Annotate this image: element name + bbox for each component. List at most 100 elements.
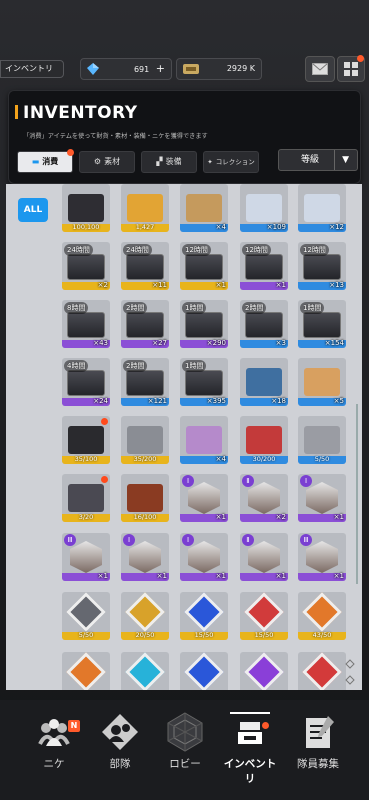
duration-label: 2時間 (123, 302, 148, 314)
inventory-item-gift-box[interactable]: ×4 (180, 416, 228, 464)
inventory-item-notebook[interactable]: 3/20 (62, 474, 110, 522)
inventory-item-silver-box[interactable]: ×12 (298, 184, 346, 232)
inventory-item-gold-box[interactable]: 1,427 (121, 184, 169, 232)
item-count: 3/20 (78, 513, 94, 521)
inventory-item-crate[interactable]: 2時間 ×121 (121, 358, 169, 406)
inventory-item-toy-box[interactable]: ×5 (298, 358, 346, 406)
grade-tag: Ⅱ (242, 534, 254, 546)
inventory-item-chip-gray[interactable]: 5/50 (62, 592, 110, 640)
scrollbar[interactable] (356, 404, 358, 584)
inventory-item-cardboard-box[interactable]: ×4 (180, 184, 228, 232)
inventory-screen: インベントリ 691 + 2929 K INVENTORY 「消費」アイテムを使… (0, 0, 369, 800)
nav-label: インベントリ (223, 758, 277, 785)
inventory-item-nikke-portrait[interactable]: Ⅲ ×1 (298, 533, 346, 581)
chip-red-icon (244, 592, 284, 632)
inventory-item-steel-cube[interactable]: 35/200 (121, 416, 169, 464)
inventory-item-chip-purple[interactable] (240, 652, 288, 690)
tab-collection[interactable]: ✦ コレクション (203, 151, 259, 173)
tab-equipment[interactable]: ▞ 装備 (141, 151, 197, 173)
tab-notification-dot (67, 149, 74, 156)
tab-consumables[interactable]: ▬ 消費 (17, 149, 74, 173)
menu-button[interactable] (337, 55, 365, 82)
nikke-portrait-icon (70, 541, 102, 573)
crate-icon (303, 254, 341, 280)
inventory-item-crates-pile[interactable]: 5/50 (298, 416, 346, 464)
inventory-item-crate[interactable]: 2時間 ×3 (240, 300, 288, 348)
inventory-item-nikke-portrait[interactable]: Ⅱ ×2 (240, 474, 288, 522)
item-count: 35/200 (133, 455, 157, 463)
item-count: ×43 (93, 339, 108, 347)
inventory-item-rock-core[interactable]: 16/100 (121, 474, 169, 522)
nikke-portrait-icon (248, 541, 280, 573)
inventory-item-crate[interactable]: 8時間 ×43 (62, 300, 110, 348)
gem-counter[interactable]: 691 + (80, 58, 172, 80)
inventory-item-crate[interactable]: 1時間 ×290 (180, 300, 228, 348)
tab-label: コレクション (215, 158, 255, 166)
inventory-item-crate[interactable]: 24時間 ×11 (121, 242, 169, 290)
item-count: ×3 (275, 339, 286, 347)
duration-label: 1時間 (300, 302, 325, 314)
inventory-item-crate[interactable]: 12時間 ×13 (298, 242, 346, 290)
item-count: ×5 (333, 397, 344, 405)
item-count: 100,100 (72, 223, 100, 231)
inventory-item-nikke-portrait[interactable]: Ⅰ ×1 (121, 533, 169, 581)
nav-squad[interactable]: 部隊 (90, 712, 150, 772)
item-count: ×12 (329, 223, 344, 231)
inventory-item-supply-box[interactable]: ×18 (240, 358, 288, 406)
mail-button[interactable] (305, 56, 335, 82)
inventory-item-red-box[interactable]: 30/200 (240, 416, 288, 464)
inventory-item-crate[interactable]: 12時間 ×1 (240, 242, 288, 290)
tab-materials[interactable]: ⚙ 素材 (79, 151, 135, 173)
nikke-new-badge: N (68, 720, 80, 732)
inventory-item-silver-box[interactable]: ×109 (240, 184, 288, 232)
inventory-item-crate[interactable]: 2時間 ×27 (121, 300, 169, 348)
inventory-item-chip-gold[interactable]: 20/50 (121, 592, 169, 640)
inventory-item-chip-red[interactable]: 15/50 (240, 592, 288, 640)
credit-value: 2929 K (226, 64, 255, 73)
supply-box-icon (246, 368, 282, 396)
inventory-item-nikke-portrait[interactable]: Ⅰ ×1 (180, 474, 228, 522)
inventory-item-black-case[interactable]: 35/100 (62, 416, 110, 464)
inventory-item-chip-cyan[interactable] (121, 652, 169, 690)
inventory-item-dark-box[interactable]: 100,100 (62, 184, 110, 232)
black-case-icon (68, 426, 104, 454)
crate-icon (67, 312, 105, 338)
inventory-item-chip-blue[interactable]: 15/50 (180, 592, 228, 640)
duration-label: 4時間 (64, 360, 89, 372)
inventory-item-crate[interactable]: 4時間 ×24 (62, 358, 110, 406)
inventory-item-nikke-portrait[interactable]: Ⅰ ×1 (180, 533, 228, 581)
inventory-item-crate[interactable]: 12時間 ×1 (180, 242, 228, 290)
inventory-item-nikke-portrait[interactable]: Ⅲ ×1 (62, 533, 110, 581)
chip-gold-icon (125, 592, 165, 632)
inventory-item-crate[interactable]: 1時間 ×395 (180, 358, 228, 406)
item-count: ×1 (275, 572, 286, 580)
inventory-item-crate[interactable]: 24時間 ×2 (62, 242, 110, 290)
filter-all-button[interactable]: ALL (18, 198, 48, 222)
gem-plus-icon[interactable]: + (156, 62, 165, 75)
nav-recruit[interactable]: 隊員募集 (288, 712, 348, 772)
inventory-item-chip-blue[interactable] (180, 652, 228, 690)
duration-label: 24時間 (123, 244, 152, 256)
title-accent (15, 105, 18, 119)
inventory-item-crate[interactable]: 1時間 ×154 (298, 300, 346, 348)
inventory-item-nikke-portrait[interactable]: Ⅰ ×1 (298, 474, 346, 522)
grade-tag: Ⅰ (182, 534, 194, 546)
inventory-header-panel: INVENTORY 「消費」アイテムを使って財貨・素材・装備・ニケを獲得できます… (8, 90, 361, 184)
inventory-item-chip-orange[interactable]: 43/50 (298, 592, 346, 640)
item-count: ×2 (97, 281, 108, 289)
inventory-item-chip-orange[interactable] (62, 652, 110, 690)
inventory-item-chip-red-white[interactable] (298, 652, 346, 690)
nav-label: 隊員募集 (297, 758, 339, 770)
sort-dropdown[interactable]: 等級 ▼ (278, 149, 358, 171)
nikke-portrait-icon (306, 541, 338, 573)
item-count: ×1 (215, 513, 226, 521)
nav-lobby[interactable]: ロビー (155, 712, 215, 772)
sort-label: 等級 (301, 155, 320, 165)
inventory-item-nikke-portrait[interactable]: Ⅱ ×1 (240, 533, 288, 581)
duration-label: 24時間 (64, 244, 93, 256)
chip-blue-icon (184, 652, 224, 690)
item-count: ×154 (324, 339, 344, 347)
silver-box-icon (246, 194, 282, 222)
nav-inventory[interactable]: インベントリ (220, 712, 280, 785)
nav-nikke[interactable]: N ニケ (24, 712, 84, 772)
